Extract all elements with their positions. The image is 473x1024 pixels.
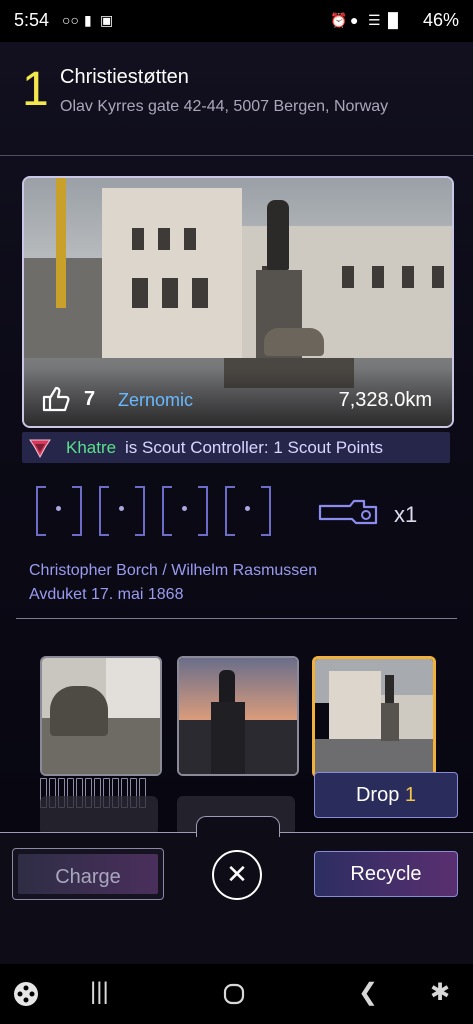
photo-likes-icon[interactable] <box>40 384 70 414</box>
close-icon: ✕ <box>226 859 248 889</box>
photo-thumbnail-1[interactable] <box>40 656 162 776</box>
alarm-icon: ⏰ <box>330 12 348 28</box>
portal-description-line1: Christopher Borch / Wilhelm Rasmussen <box>29 562 318 579</box>
gallery-icon: ▣ <box>100 12 114 28</box>
photo-uploader[interactable]: Zernomic <box>118 390 193 411</box>
panel-notch <box>196 816 280 837</box>
drop-button[interactable]: Drop 1 <box>314 772 458 818</box>
mod-slot-3[interactable] <box>162 486 208 536</box>
scout-controller-name: Khatre <box>66 438 117 457</box>
mod-slot-icon <box>36 486 46 536</box>
back-icon[interactable]: ❮ <box>358 978 378 1007</box>
home-icon[interactable] <box>222 982 246 1006</box>
key-count: x1 <box>394 502 418 527</box>
mod-slot-2[interactable] <box>99 486 145 536</box>
recycle-label: Recycle <box>350 863 422 885</box>
charge-button[interactable]: Charge <box>12 848 164 900</box>
mod-slot-icon <box>162 486 172 536</box>
photo-thumbnail-2[interactable] <box>177 656 299 776</box>
scout-controller-icon <box>29 439 51 459</box>
voicemail-icon: ○○ <box>62 12 79 28</box>
portal-distance: 7,328.0km <box>338 389 432 411</box>
charge-label: Charge <box>55 866 121 888</box>
signal-icon: █ <box>388 12 398 28</box>
wifi-icon: ☰ <box>368 12 381 28</box>
portal-name: Christiestøtten <box>60 66 189 88</box>
game-icon[interactable] <box>12 980 40 1008</box>
drop-count: 1 <box>404 784 417 806</box>
recents-icon[interactable]: ||| <box>90 978 109 1006</box>
scout-controller-text: is Scout Controller: 1 Scout Points <box>125 438 383 457</box>
mod-slot-icon <box>99 486 109 536</box>
photo-likes-count: 7 <box>84 388 96 410</box>
recycle-button[interactable]: Recycle <box>314 851 458 897</box>
key-icon <box>318 499 378 525</box>
portal-photo[interactable]: 7 Zernomic 7,328.0km <box>22 176 454 428</box>
divider <box>0 155 473 156</box>
mod-slot-1[interactable] <box>36 486 82 536</box>
portal-address: Olav Kyrres gate 42-44, 5007 Bergen, Nor… <box>60 98 389 115</box>
portal-description-line2: Avduket 17. mai 1868 <box>29 586 184 603</box>
photo-thumbnail-3-selected[interactable] <box>312 656 436 778</box>
divider <box>16 618 457 619</box>
notification-icon: ▮ <box>84 12 92 28</box>
photo-thumbnail-faded <box>40 796 158 836</box>
mod-slot-icon <box>225 486 235 536</box>
battery-level: 46% <box>422 10 459 30</box>
status-bar: 5:54 ○○ ▮ ▣ ⏰ ● ☰ █ 46% <box>0 0 473 42</box>
accessibility-icon[interactable]: ✱ <box>430 978 450 1007</box>
drop-label: Drop <box>355 784 400 806</box>
close-button[interactable]: ✕ <box>212 850 262 900</box>
portal-level: 1 <box>22 63 49 116</box>
scout-controller-bar[interactable]: Khatre is Scout Controller: 1 Scout Poin… <box>22 432 450 463</box>
system-nav-bar: ||| ❮ ✱ <box>0 964 473 1024</box>
location-icon: ● <box>350 12 359 28</box>
mod-slot-4[interactable] <box>225 486 271 536</box>
status-time: 5:54 <box>14 10 50 30</box>
